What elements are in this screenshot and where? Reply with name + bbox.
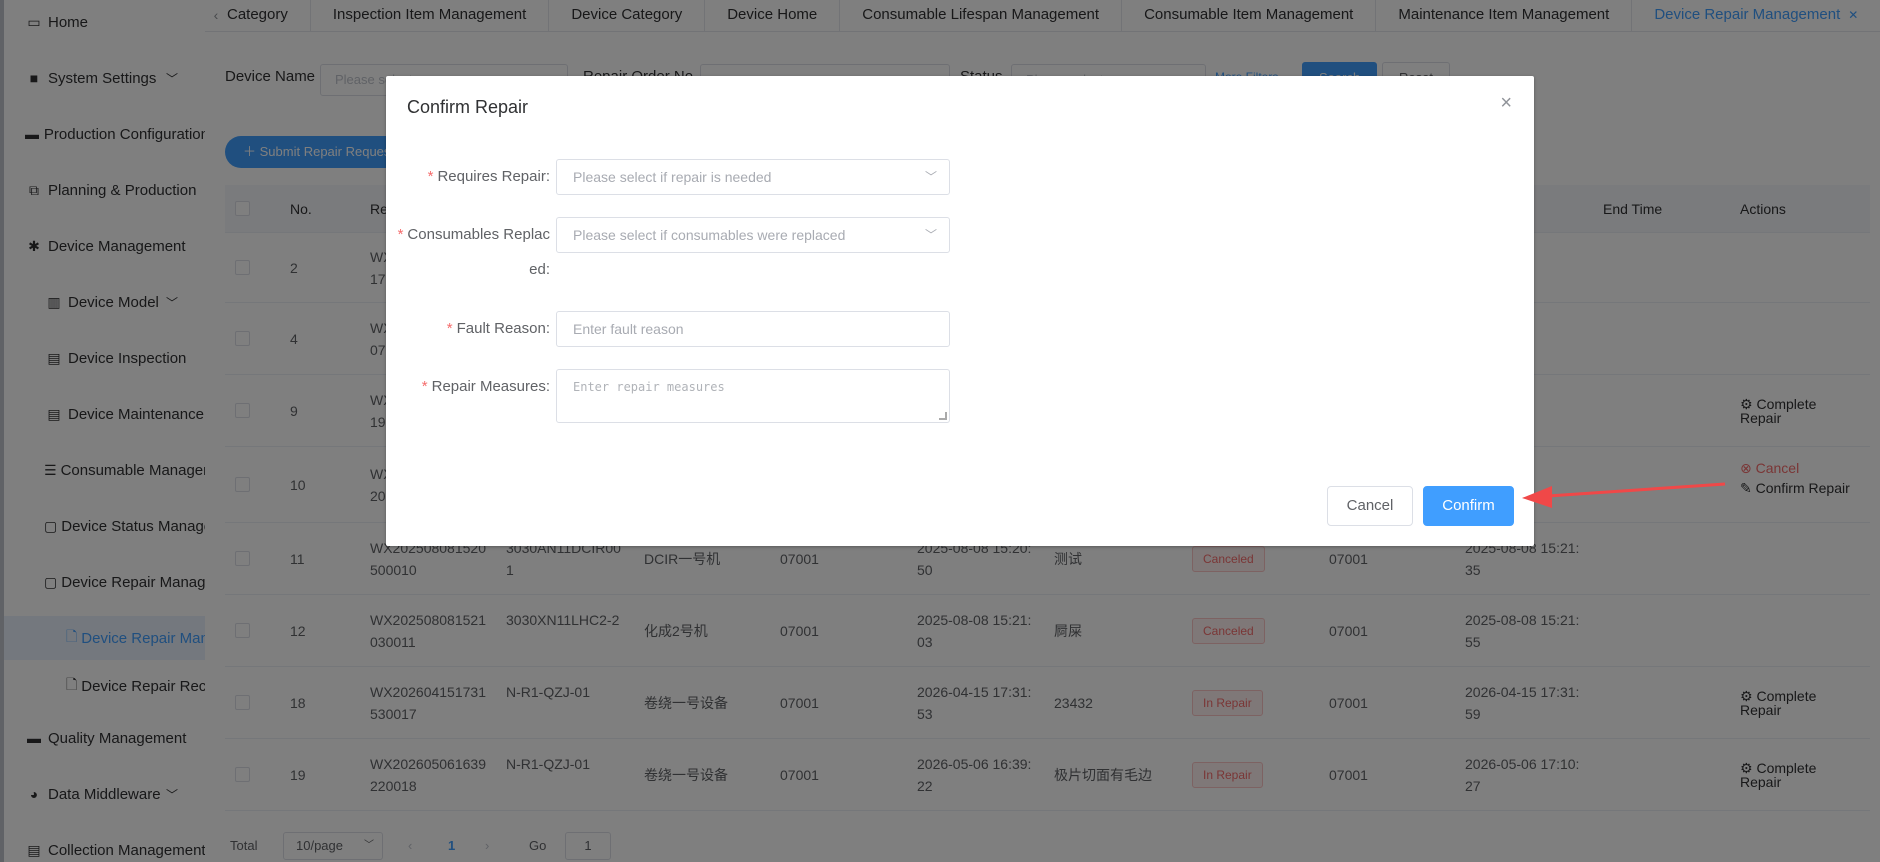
label-text: Repair Measures: xyxy=(431,378,550,395)
arrow-shaft xyxy=(1547,482,1726,498)
arrow-head xyxy=(1522,486,1552,508)
placeholder-text: Please select if consumables were replac… xyxy=(573,227,846,243)
annotation-arrow-icon xyxy=(1522,482,1726,508)
chevron-down-icon: ﹀ xyxy=(924,170,937,184)
required-marker: * xyxy=(446,320,453,337)
fault-reason-label: * Fault Reason: xyxy=(406,311,550,347)
consumables-replaced-label: * Consumables Replac xyxy=(396,217,550,253)
consumables-replaced-select[interactable]: Please select if consumables were replac… xyxy=(556,217,950,253)
placeholder-text: Enter repair measures xyxy=(573,380,725,394)
consumables-replaced-label-cont: ed: xyxy=(529,261,550,278)
placeholder-text: Enter fault reason xyxy=(573,321,684,337)
fault-reason-input[interactable]: Enter fault reason xyxy=(556,311,950,347)
close-icon[interactable]: × xyxy=(1500,92,1512,115)
required-marker: * xyxy=(397,226,404,243)
confirm-repair-dialog: Confirm Repair × * Requires Repair: Pleas… xyxy=(386,76,1534,546)
requires-repair-label: * Requires Repair: xyxy=(406,159,550,195)
dialog-title: Confirm Repair xyxy=(407,97,529,117)
label-text: Consumables Replac xyxy=(407,226,550,243)
label-text: Fault Reason: xyxy=(456,320,550,337)
resize-handle-icon[interactable] xyxy=(939,412,947,420)
repair-measures-textarea[interactable]: Enter repair measures xyxy=(556,369,950,423)
placeholder-text: Please select if repair is needed xyxy=(573,169,772,185)
confirm-button[interactable]: Confirm xyxy=(1423,486,1514,526)
required-marker: * xyxy=(421,378,428,395)
chevron-down-icon: ﹀ xyxy=(924,228,937,242)
repair-measures-label: * Repair Measures: xyxy=(406,369,550,405)
required-marker: * xyxy=(427,168,434,185)
cancel-button[interactable]: Cancel xyxy=(1327,486,1413,526)
label-text: Requires Repair: xyxy=(437,168,550,185)
requires-repair-select[interactable]: Please select if repair is needed ﹀ xyxy=(556,159,950,195)
